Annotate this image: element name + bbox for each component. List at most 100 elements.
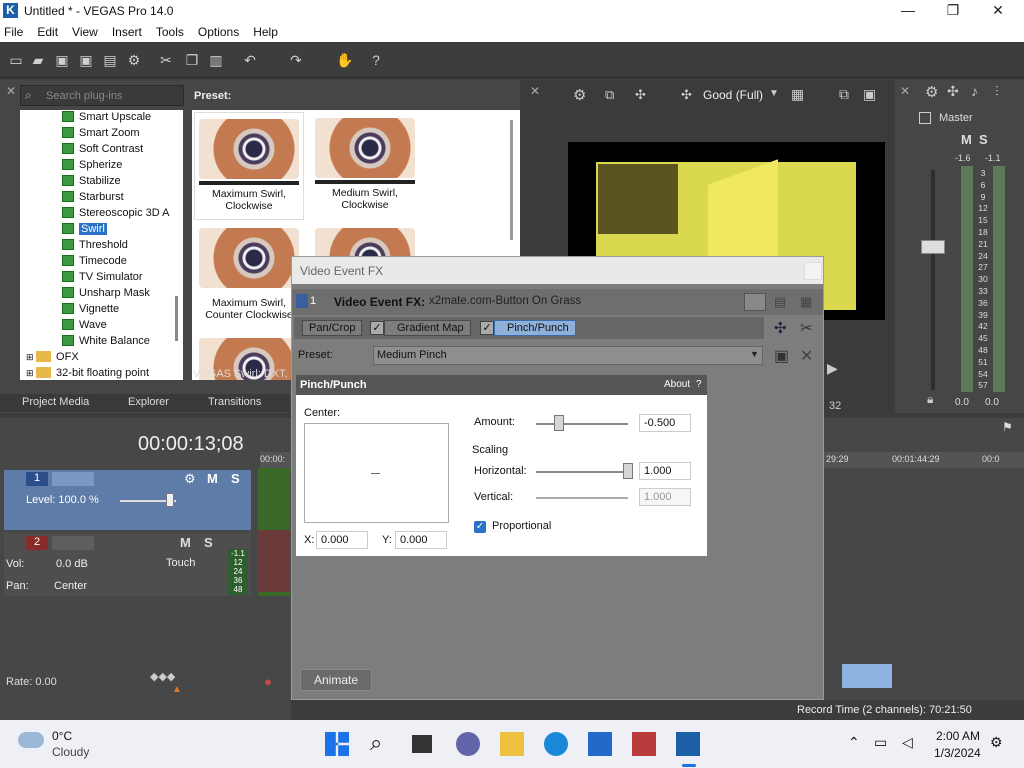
master-checkbox[interactable] <box>919 112 931 124</box>
search-icon[interactable]: ⌕ <box>370 730 382 756</box>
horizontal-input[interactable]: 1.000 <box>639 462 691 480</box>
plugin-chain-icon[interactable]: ✣ <box>774 319 787 337</box>
tree-item[interactable]: Stereoscopic 3D A <box>62 207 170 223</box>
menu-help[interactable]: Help <box>246 22 285 39</box>
track-name-field[interactable] <box>52 536 94 550</box>
list-view-icon[interactable] <box>744 293 766 311</box>
proportional-checkbox[interactable]: ✓ <box>474 521 486 533</box>
tab-transitions[interactable]: Transitions <box>208 396 261 408</box>
amount-input[interactable]: -0.500 <box>639 414 691 432</box>
x-input[interactable]: 0.000 <box>316 531 368 549</box>
master-mute-button[interactable]: M <box>961 132 972 147</box>
y-input[interactable]: 0.000 <box>395 531 447 549</box>
master-fader[interactable] <box>921 240 945 254</box>
copy-icon[interactable]: ❐ <box>184 52 200 68</box>
task-view-icon[interactable] <box>412 735 432 753</box>
preset-dropdown[interactable]: Medium Pinch <box>373 346 763 365</box>
horizontal-slider[interactable] <box>536 471 628 473</box>
mixer-close-icon[interactable]: ✕ <box>900 84 910 98</box>
help-link[interactable]: ? <box>696 379 702 390</box>
preset-scrollbar[interactable] <box>510 120 513 240</box>
tree-item[interactable]: Threshold <box>62 239 128 255</box>
track1-mute-button[interactable]: M <box>207 471 218 486</box>
tree-item[interactable]: Starburst <box>62 191 124 207</box>
save-snapshot-icon[interactable]: ▣ <box>863 86 876 103</box>
about-link[interactable]: About <box>664 379 690 390</box>
close-button[interactable]: ✕ <box>983 2 1013 20</box>
preview-quality-dropdown[interactable]: Good (Full) <box>703 88 763 102</box>
master-solo-button[interactable]: S <box>979 132 988 147</box>
rate-slider-icon[interactable]: ◆◆◆ <box>150 670 175 683</box>
undo-icon[interactable]: ↶ <box>242 52 258 68</box>
overlay-icon[interactable]: ✣ <box>681 87 692 103</box>
search-input[interactable]: Search plug-ins <box>20 85 184 106</box>
tree-item[interactable]: Smart Zoom <box>62 127 140 143</box>
chain-item-pan-crop[interactable]: Pan/Crop <box>302 320 363 336</box>
tree-item[interactable]: Timecode <box>62 255 127 271</box>
tree-folder-ofx[interactable]: ⊞ OFX <box>26 351 79 367</box>
mixer-gear-icon[interactable]: ⚙ <box>925 83 938 101</box>
render-icon[interactable]: ▤ <box>102 52 118 68</box>
touch-dropdown[interactable]: Touch <box>166 557 195 569</box>
winrar-icon[interactable] <box>632 732 656 756</box>
menu-view[interactable]: View <box>65 22 105 39</box>
maximize-button[interactable]: ❐ <box>938 2 968 20</box>
tree-item[interactable]: Smart Upscale <box>62 111 151 127</box>
weather-condition[interactable]: Cloudy <box>52 745 89 759</box>
track-fx-gear-icon[interactable]: ⚙ <box>184 471 196 487</box>
menu-edit[interactable]: Edit <box>30 22 65 39</box>
split-screen-icon[interactable]: ✣ <box>635 87 646 103</box>
menu-file[interactable]: File <box>0 22 30 39</box>
save-icon[interactable]: ▣ <box>54 52 70 68</box>
cut-icon[interactable]: ✂ <box>158 52 174 68</box>
store-icon[interactable] <box>588 732 612 756</box>
tree-item[interactable]: Spherize <box>62 159 122 175</box>
vegas-taskbar-icon[interactable] <box>676 732 700 756</box>
gradient-map-checkbox[interactable]: ✓ <box>370 321 384 335</box>
grid-icon[interactable]: ▦ <box>791 86 804 103</box>
paste-icon[interactable]: ▥ <box>208 52 224 68</box>
auto-ripple-icon[interactable] <box>868 664 892 688</box>
track1-solo-button[interactable]: S <box>231 471 240 486</box>
tree-item-swirl[interactable]: Swirl <box>62 223 107 239</box>
preset-tile[interactable]: Medium Swirl, Clockwise <box>310 112 420 220</box>
delete-preset-icon[interactable]: ✕ <box>800 346 813 366</box>
center-crosshair[interactable] <box>371 473 380 474</box>
snap-magnet-icon[interactable] <box>842 664 868 688</box>
preview-close-icon[interactable]: ✕ <box>530 84 540 98</box>
center-picker[interactable] <box>304 423 449 523</box>
audio-track-2[interactable]: 2 M S Vol: 0.0 dB Touch Pan: Center -1.1… <box>4 533 251 596</box>
properties-gear-icon[interactable]: ⚙ <box>126 52 142 68</box>
preset-tile[interactable]: Maximum Swirl, Counter Clockwise <box>194 222 304 330</box>
track1-level-knob[interactable] <box>166 493 174 507</box>
tree-item[interactable]: TV Simulator <box>62 271 143 287</box>
menu-insert[interactable]: Insert <box>105 22 149 39</box>
compact-view-icon[interactable]: ▤ <box>774 294 786 310</box>
start-icon[interactable] <box>325 732 349 756</box>
clock-date[interactable]: 1/3/2024 <box>934 746 981 760</box>
grid-view-icon[interactable]: ▦ <box>800 294 812 310</box>
bus-icon[interactable]: ⫶ <box>995 83 999 100</box>
minimize-button[interactable]: — <box>893 2 923 20</box>
tree-item[interactable]: White Balance <box>62 335 150 351</box>
save-preset-icon[interactable]: ▣ <box>774 346 789 366</box>
remove-plugin-icon[interactable]: ✂ <box>800 319 813 337</box>
chain-item-gradient-map[interactable]: Gradient Map <box>384 320 471 336</box>
amount-slider-thumb[interactable] <box>554 415 564 431</box>
pinch-punch-checkbox[interactable]: ✓ <box>480 321 494 335</box>
preview-settings-gear-icon[interactable]: ⚙ <box>573 86 586 104</box>
display-icon[interactable]: ▭ <box>874 734 887 751</box>
audio-waveform[interactable] <box>258 530 290 592</box>
tree-item[interactable]: Unsharp Mask <box>62 287 150 303</box>
track-name-field[interactable] <box>52 472 94 486</box>
amount-slider[interactable] <box>536 423 628 425</box>
chain-item-pinch-punch[interactable]: Pinch/Punch <box>494 320 576 336</box>
open-icon[interactable]: ▰ <box>30 52 46 68</box>
track2-mute-button[interactable]: M <box>180 535 191 550</box>
edge-icon[interactable] <box>544 732 568 756</box>
help-icon[interactable]: ? <box>368 52 384 68</box>
tab-explorer[interactable]: Explorer <box>128 396 169 408</box>
chevron-up-icon[interactable]: ⌃ <box>848 734 860 751</box>
vertical-slider[interactable] <box>536 497 628 499</box>
animate-button[interactable]: Animate <box>300 669 372 691</box>
